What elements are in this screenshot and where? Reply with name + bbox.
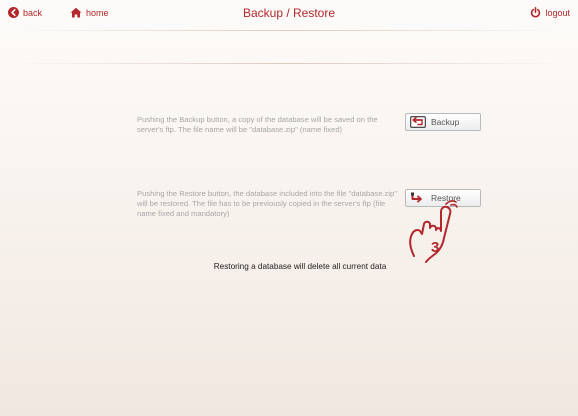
restore-description: Pushing the Restore button, the database… bbox=[137, 189, 397, 218]
pointer-step-number: 3 bbox=[431, 239, 439, 256]
power-icon bbox=[531, 7, 541, 18]
backup-arrow-icon bbox=[410, 116, 426, 128]
backup-button-label: Backup bbox=[431, 117, 460, 127]
top-bar: back home Backup / Restore logout bbox=[0, 0, 578, 30]
backup-button[interactable]: Backup bbox=[405, 113, 481, 131]
header-divider bbox=[8, 30, 570, 31]
warning-message: Restoring a database will delete all cur… bbox=[213, 262, 387, 271]
backup-description: Pushing the Backup button, a copy of the… bbox=[137, 115, 378, 134]
logout-button[interactable]: logout bbox=[530, 7, 570, 18]
hand-pointer-icon: 3 bbox=[409, 200, 458, 263]
logout-label: logout bbox=[545, 7, 570, 18]
page-title: Backup / Restore bbox=[242, 6, 336, 20]
section-divider bbox=[8, 63, 570, 64]
